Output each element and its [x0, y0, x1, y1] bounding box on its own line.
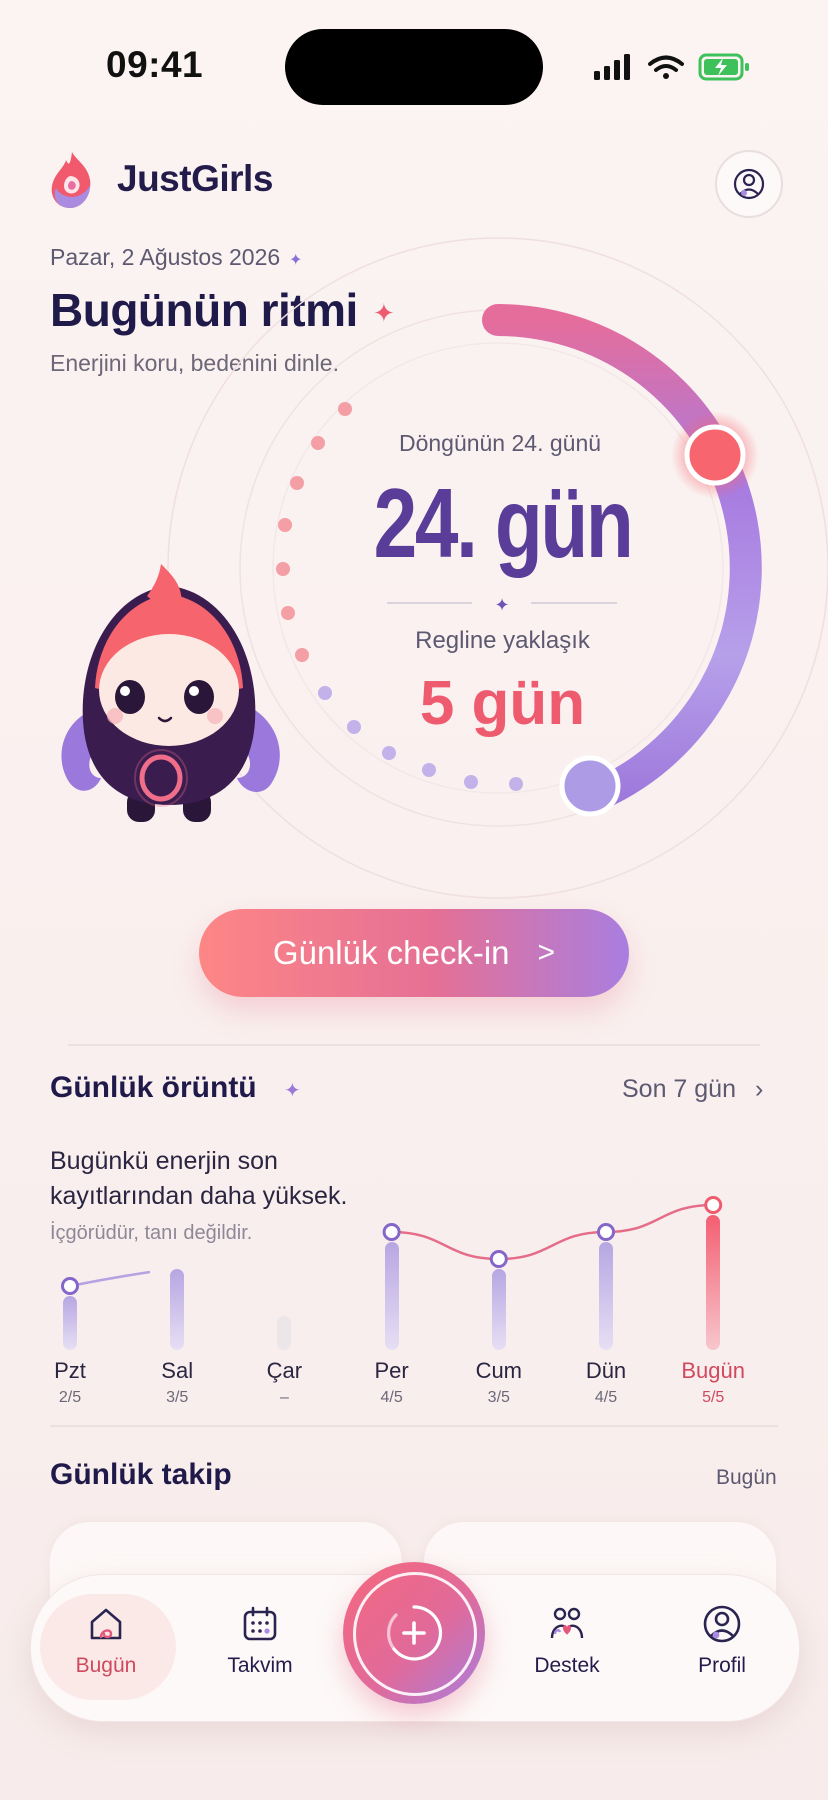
nav-label-support: Destek — [534, 1654, 600, 1677]
cycle-day-value: 24. gün — [373, 468, 634, 578]
today-marker[interactable] — [684, 424, 746, 486]
pattern-day-value: 3/5 — [487, 1389, 510, 1406]
tracking-link[interactable]: Bugün — [716, 1466, 777, 1490]
period-label: Regline yaklaşık — [415, 627, 590, 654]
pattern-day-label: Dün — [585, 1358, 627, 1383]
support-icon — [550, 1607, 584, 1639]
range-link[interactable]: Son 7 gün › — [622, 1075, 763, 1104]
nav-item-today[interactable]: Bugün — [41, 1604, 171, 1694]
chevron-right-icon: › — [754, 1075, 764, 1103]
sparkle-icon: ✦ — [284, 1080, 301, 1102]
section-divider — [68, 1044, 760, 1046]
pattern-point — [61, 1277, 79, 1295]
add-entry-button[interactable] — [343, 1562, 485, 1704]
sparkle-icon: ✦ — [494, 595, 509, 616]
checkin-label: Günlük check-in — [272, 934, 510, 971]
pattern-insight: Bugünkü enerjin son kayıtlarından daha y… — [50, 1147, 348, 1210]
pattern-bar — [63, 1296, 77, 1350]
pattern-day-label: Sal — [161, 1358, 194, 1383]
pattern-day-label: Çar — [266, 1358, 303, 1383]
pattern-bar — [599, 1242, 613, 1350]
pattern-day-label: Bugün — [681, 1358, 745, 1383]
pattern-point — [489, 1250, 508, 1268]
pattern-section-title: Günlük örüntü — [50, 1071, 257, 1104]
pattern-day-value: 2/5 — [58, 1389, 82, 1406]
fab-ring — [353, 1572, 477, 1696]
pattern-trend-line — [69, 1270, 151, 1288]
profile-icon — [703, 1605, 741, 1643]
pattern-point — [382, 1223, 401, 1241]
pattern-day-value: 4/5 — [594, 1389, 618, 1406]
pattern-day-label: Pzt — [54, 1358, 86, 1383]
pattern-bar — [384, 1242, 399, 1350]
home-icon — [90, 1608, 122, 1640]
pattern-trend-line — [391, 1203, 714, 1261]
pattern-bar — [491, 1269, 506, 1350]
pattern-day-label: Cum — [475, 1358, 523, 1383]
pattern-day-value: 3/5 — [166, 1389, 189, 1406]
pattern-bar — [277, 1316, 292, 1350]
pattern-day-label: Per — [374, 1358, 409, 1383]
chevron-right-icon: > — [537, 936, 556, 969]
period-marker[interactable] — [559, 755, 621, 817]
nav-label-profile: Profil — [698, 1654, 746, 1677]
nav-label-calendar: Takvim — [227, 1654, 293, 1677]
pattern-day-value: 5/5 — [702, 1389, 725, 1406]
tracking-section-title: Günlük takip — [50, 1458, 232, 1491]
daily-checkin-button[interactable]: Günlük check-in > — [199, 909, 629, 997]
pattern-bar — [170, 1269, 185, 1350]
range-link-label: Son 7 gün — [622, 1075, 736, 1103]
nav-item-support[interactable]: Destek — [502, 1604, 632, 1694]
cycle-day-label: Döngünün 24. günü — [398, 430, 602, 456]
pattern-day-value: – — [279, 1389, 289, 1406]
pattern-disclaimer: İçgörüdür, tanı değildir. — [50, 1222, 253, 1244]
pattern-day-value: 4/5 — [380, 1389, 403, 1406]
mascot-illustration — [61, 564, 280, 822]
nav-label-today: Bugün — [75, 1654, 137, 1677]
nav-item-calendar[interactable]: Takvim — [195, 1604, 325, 1694]
pattern-point — [704, 1196, 723, 1214]
calendar-icon — [243, 1606, 277, 1641]
section-divider — [50, 1425, 778, 1427]
period-value: 5 gün — [419, 669, 586, 738]
pattern-point — [597, 1223, 615, 1241]
pattern-bar — [706, 1215, 721, 1350]
nav-item-profile[interactable]: Profil — [657, 1604, 787, 1694]
